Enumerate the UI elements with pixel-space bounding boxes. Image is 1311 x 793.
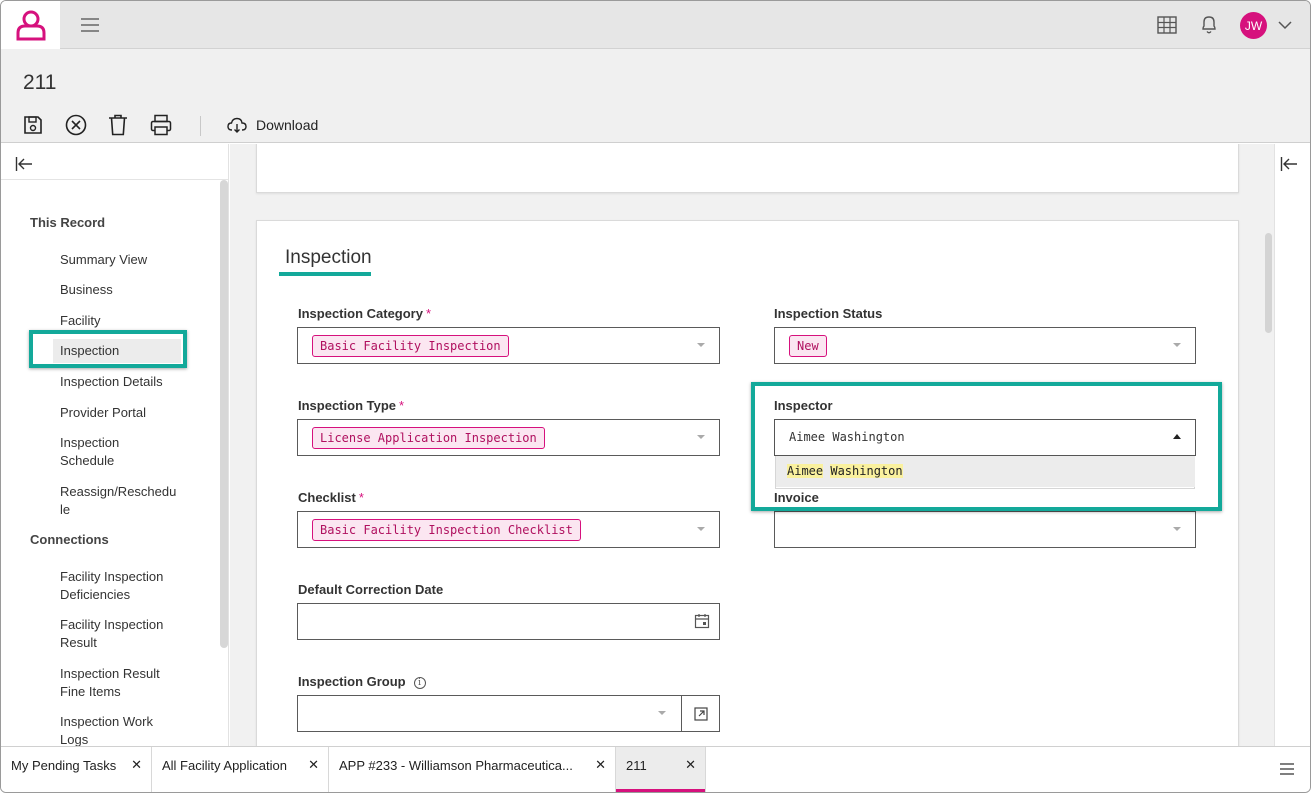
user-avatar[interactable]: JW [1240, 12, 1267, 39]
cancel-icon[interactable] [65, 114, 87, 136]
default-correction-date-field[interactable] [297, 603, 720, 640]
tab-app-233[interactable]: APP #233 - Williamson Pharmaceutica... ✕ [329, 747, 616, 792]
inspection-category-label: Inspection Category * [298, 306, 431, 321]
open-external-button[interactable] [681, 695, 720, 732]
tab-211[interactable]: 211 ✕ [616, 747, 706, 792]
external-link-icon [693, 706, 708, 721]
inspection-category-select[interactable]: Basic Facility Inspection [297, 327, 720, 364]
right-panel [1274, 144, 1310, 746]
dropdown-caret-icon[interactable] [697, 435, 705, 439]
nav-highlight-box [29, 330, 187, 368]
required-marker: * [358, 490, 364, 505]
toolbar-divider [200, 116, 201, 136]
cloud-download-icon [227, 117, 247, 133]
inspection-group-select[interactable] [297, 695, 720, 732]
app-logo[interactable] [1, 1, 60, 49]
nav-item-summary-view[interactable]: Summary View [60, 251, 200, 269]
connections-heading: Connections [30, 532, 109, 547]
checklist-select[interactable]: Basic Facility Inspection Checklist [297, 511, 720, 548]
checklist-label-text: Checklist [298, 490, 356, 505]
record-title: 211 [23, 71, 57, 94]
inspection-group-label: Inspection Group i [298, 674, 426, 689]
inspection-status-label: Inspection Status [774, 306, 883, 321]
tab-menu-icon[interactable] [1279, 762, 1295, 776]
tab-all-facility-application[interactable]: All Facility Application ✕ [152, 747, 329, 792]
close-icon[interactable]: ✕ [308, 747, 319, 783]
dropdown-caret-icon[interactable] [1173, 527, 1181, 531]
record-navigation: This Record Summary View Business Facili… [1, 144, 229, 746]
app-window: JW 211 Download This Record Summary View… [0, 0, 1311, 793]
nav-scrollbar[interactable] [220, 180, 228, 648]
nav-divider [1, 179, 228, 180]
dropdown-caret-icon[interactable] [697, 343, 705, 347]
dropdown-caret-icon[interactable] [1173, 343, 1181, 347]
tab-label: APP #233 - Williamson Pharmaceutica... [339, 758, 573, 773]
download-button[interactable]: Download [227, 113, 318, 137]
tab-label: My Pending Tasks [11, 758, 117, 773]
close-icon[interactable]: ✕ [595, 747, 606, 783]
section-title: Inspection [285, 247, 372, 268]
inspection-type-tag[interactable]: License Application Inspection [312, 427, 545, 449]
required-marker: * [399, 398, 405, 413]
checklist-label: Checklist * [298, 490, 364, 505]
inspection-section-card: Inspection Inspection Category * Basic Fa… [256, 220, 1239, 746]
print-icon[interactable] [150, 114, 172, 136]
main-content: Inspection Inspection Category * Basic Fa… [230, 144, 1274, 746]
inspector-highlight-box [751, 382, 1222, 511]
checklist-tag[interactable]: Basic Facility Inspection Checklist [312, 519, 581, 541]
nav-item-facility-inspection-result[interactable]: Facility Inspection Result [60, 616, 178, 652]
user-lock-logo-icon [16, 10, 45, 41]
save-icon[interactable] [22, 114, 44, 136]
inspection-type-label-text: Inspection Type [298, 398, 396, 413]
bell-icon[interactable] [1198, 14, 1220, 36]
main-scrollbar[interactable] [1265, 233, 1272, 333]
dropdown-caret-icon[interactable] [697, 527, 705, 531]
inspection-status-tag[interactable]: New [789, 335, 827, 357]
nav-item-facility[interactable]: Facility [60, 312, 200, 330]
tab-my-pending-tasks[interactable]: My Pending Tasks ✕ [1, 747, 152, 792]
tab-label: 211 [626, 758, 647, 773]
nav-item-inspection-details[interactable]: Inspection Details [60, 373, 200, 391]
top-bar: JW [1, 1, 1310, 49]
bottom-tab-bar: My Pending Tasks ✕ All Facility Applicat… [1, 746, 1310, 792]
inspection-group-label-text: Inspection Group [298, 674, 406, 689]
grid-icon[interactable] [1156, 14, 1178, 36]
inspection-type-select[interactable]: License Application Inspection [297, 419, 720, 456]
required-marker: * [425, 306, 432, 321]
section-title-underline [279, 272, 371, 276]
nav-item-reassign-reschedule[interactable]: Reassign/Reschedule [60, 483, 178, 519]
info-icon[interactable]: i [413, 677, 426, 689]
download-label: Download [256, 117, 319, 133]
invoice-select[interactable] [774, 511, 1196, 548]
nav-item-inspection-work-logs[interactable]: Inspection Work Logs [60, 713, 178, 746]
default-correction-date-label: Default Correction Date [298, 582, 444, 597]
inspection-status-select[interactable]: New [774, 327, 1196, 364]
nav-item-inspection-result-fine-items[interactable]: Inspection Result Fine Items [60, 665, 178, 701]
inspection-category-tag[interactable]: Basic Facility Inspection [312, 335, 509, 357]
previous-section-card [256, 144, 1239, 193]
collapse-right-icon[interactable] [1280, 156, 1298, 172]
nav-item-facility-inspection-deficiencies[interactable]: Facility Inspection Deficiencies [60, 568, 178, 604]
close-icon[interactable]: ✕ [131, 747, 142, 783]
nav-item-provider-portal[interactable]: Provider Portal [60, 404, 200, 422]
inspection-type-label: Inspection Type * [298, 398, 404, 413]
trash-icon[interactable] [107, 114, 129, 136]
tab-label: All Facility Application [162, 758, 287, 773]
record-header: 211 Download [1, 49, 1310, 143]
nav-item-inspection-schedule[interactable]: Inspection Schedule [60, 434, 140, 470]
dropdown-caret-icon[interactable] [658, 711, 666, 715]
calendar-icon[interactable] [694, 613, 710, 629]
nav-item-business[interactable]: Business [60, 281, 200, 299]
collapse-left-icon[interactable] [15, 156, 33, 172]
close-icon[interactable]: ✕ [685, 747, 696, 783]
chevron-down-icon[interactable] [1277, 17, 1293, 33]
this-record-heading: This Record [30, 215, 106, 230]
hamburger-menu-icon[interactable] [79, 15, 101, 35]
inspection-category-label-text: Inspection Category [298, 306, 423, 321]
